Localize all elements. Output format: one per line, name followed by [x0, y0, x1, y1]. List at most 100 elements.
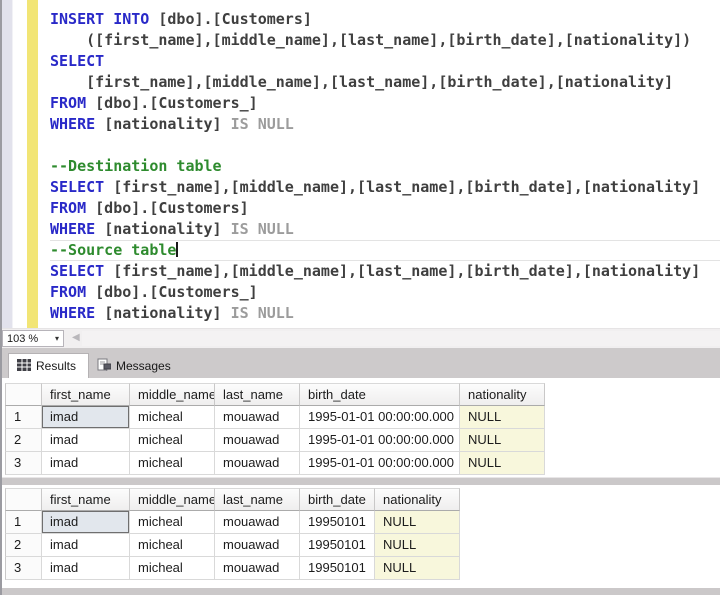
- grid-splitter[interactable]: [2, 477, 720, 485]
- grid-cell[interactable]: imad: [42, 511, 130, 534]
- code-line: WHERE [nationality] IS NULL: [50, 114, 720, 135]
- code-token: [nationality]: [104, 304, 230, 322]
- grid-cell[interactable]: mouawad: [215, 406, 300, 429]
- messages-icon: [97, 358, 111, 374]
- code-line: SELECT [first_name],[middle_name],[last_…: [50, 261, 720, 282]
- column-header-first_name[interactable]: first_name: [42, 488, 130, 511]
- row-number[interactable]: 3: [5, 557, 42, 580]
- code-token: --Destination table: [50, 157, 222, 175]
- code-token: WHERE: [50, 220, 104, 238]
- grid-cell[interactable]: micheal: [130, 511, 215, 534]
- grid-cell[interactable]: NULL: [460, 452, 545, 475]
- grid-cell[interactable]: 19950101: [300, 557, 375, 580]
- grid-cell[interactable]: 19950101: [300, 511, 375, 534]
- text-cursor: [176, 242, 178, 257]
- zoom-level-value: 103 %: [7, 333, 38, 345]
- grid-cell[interactable]: 1995-01-01 00:00:00.000: [300, 406, 460, 429]
- column-header-middle_name[interactable]: middle_name: [130, 383, 215, 406]
- code-token: --Source table: [50, 241, 176, 259]
- tab-messages[interactable]: Messages: [89, 353, 183, 378]
- column-header-birth_date[interactable]: birth_date: [300, 383, 460, 406]
- grid-cell[interactable]: micheal: [130, 557, 215, 580]
- grid-cell[interactable]: 19950101: [300, 534, 375, 557]
- grid-cell[interactable]: mouawad: [215, 511, 300, 534]
- scrollbar-left-arrow-icon[interactable]: ◀: [72, 332, 80, 343]
- grid-cell[interactable]: micheal: [130, 452, 215, 475]
- table-row: 2imadmichealmouawad19950101NULL: [5, 534, 460, 557]
- row-number[interactable]: 1: [5, 511, 42, 534]
- code-line: --Source table: [50, 240, 720, 261]
- code-token: WHERE: [50, 304, 104, 322]
- column-header-nationality[interactable]: nationality: [460, 383, 545, 406]
- code-token: IS NULL: [231, 115, 294, 133]
- grid-cell[interactable]: imad: [42, 406, 130, 429]
- grid-cell[interactable]: micheal: [130, 534, 215, 557]
- code-token: [nationality]: [104, 220, 230, 238]
- code-token: [dbo].[Customers]: [95, 199, 249, 217]
- code-line: INSERT INTO [dbo].[Customers]: [50, 9, 720, 30]
- tab-messages-label: Messages: [116, 359, 171, 373]
- grid-cell[interactable]: imad: [42, 534, 130, 557]
- results-grid-destination: first_namemiddle_namelast_namebirth_date…: [5, 383, 545, 475]
- grid-cell[interactable]: mouawad: [215, 534, 300, 557]
- code-area[interactable]: INSERT INTO [dbo].[Customers] ([first_na…: [50, 9, 720, 324]
- column-header-first_name[interactable]: first_name: [42, 383, 130, 406]
- code-token: FROM: [50, 94, 95, 112]
- select-all-corner[interactable]: [5, 383, 42, 406]
- grid-cell[interactable]: NULL: [460, 429, 545, 452]
- column-header-last_name[interactable]: last_name: [215, 383, 300, 406]
- code-token: FROM: [50, 283, 95, 301]
- sql-editor[interactable]: INSERT INTO [dbo].[Customers] ([first_na…: [2, 0, 720, 328]
- code-line: --Destination table: [50, 156, 720, 177]
- grid-cell[interactable]: imad: [42, 557, 130, 580]
- grid-cell[interactable]: mouawad: [215, 557, 300, 580]
- grid-cell[interactable]: imad: [42, 452, 130, 475]
- grid-cell[interactable]: 1995-01-01 00:00:00.000: [300, 452, 460, 475]
- grid-cell[interactable]: mouawad: [215, 452, 300, 475]
- code-line: WHERE [nationality] IS NULL: [50, 303, 720, 324]
- zoom-level-dropdown[interactable]: 103 % ▾: [2, 330, 64, 347]
- grid-cell[interactable]: mouawad: [215, 429, 300, 452]
- results-panel: first_namemiddle_namelast_namebirth_date…: [2, 378, 720, 595]
- tab-results[interactable]: Results: [8, 353, 89, 378]
- grid-cell[interactable]: NULL: [460, 406, 545, 429]
- grid-cell[interactable]: imad: [42, 429, 130, 452]
- column-header-nationality[interactable]: nationality: [375, 488, 460, 511]
- row-number[interactable]: 1: [5, 406, 42, 429]
- code-token: WHERE: [50, 115, 104, 133]
- code-token: [first_name],[middle_name],[last_name],[…: [113, 178, 700, 196]
- column-header-middle_name[interactable]: middle_name: [130, 488, 215, 511]
- code-token: FROM: [50, 199, 95, 217]
- table-row: 3imadmichealmouawad19950101NULL: [5, 557, 460, 580]
- grid-cell[interactable]: micheal: [130, 406, 215, 429]
- row-number[interactable]: 2: [5, 534, 42, 557]
- results-tab-strip: Results Messages: [2, 348, 720, 378]
- code-token: [nationality]: [104, 115, 230, 133]
- code-line: FROM [dbo].[Customers]: [50, 198, 720, 219]
- code-token: SELECT: [50, 262, 113, 280]
- code-line: SELECT [first_name],[middle_name],[last_…: [50, 177, 720, 198]
- horizontal-scrollbar[interactable]: [82, 331, 720, 346]
- column-header-birth_date[interactable]: birth_date: [300, 488, 375, 511]
- code-token: [dbo].[Customers_]: [95, 283, 258, 301]
- row-number[interactable]: 2: [5, 429, 42, 452]
- table-row: 1imadmichealmouawad19950101NULL: [5, 511, 460, 534]
- grid-cell[interactable]: NULL: [375, 557, 460, 580]
- code-line: WHERE [nationality] IS NULL: [50, 219, 720, 240]
- change-tracking-bar: [27, 0, 38, 328]
- code-line: SELECT: [50, 51, 720, 72]
- code-line: FROM [dbo].[Customers_]: [50, 282, 720, 303]
- column-header-last_name[interactable]: last_name: [215, 488, 300, 511]
- grid-cell[interactable]: 1995-01-01 00:00:00.000: [300, 429, 460, 452]
- code-token: [dbo].[Customers_]: [95, 94, 258, 112]
- code-token: IS NULL: [231, 220, 294, 238]
- grid-cell[interactable]: NULL: [375, 511, 460, 534]
- grid-cell[interactable]: NULL: [375, 534, 460, 557]
- editor-bottom-bar: 103 % ▾ ◀: [2, 328, 720, 348]
- code-token: [first_name],[middle_name],[last_name],[…: [113, 262, 700, 280]
- tab-results-label: Results: [36, 359, 76, 373]
- row-number[interactable]: 3: [5, 452, 42, 475]
- select-all-corner[interactable]: [5, 488, 42, 511]
- grid-cell[interactable]: micheal: [130, 429, 215, 452]
- code-token: IS NULL: [231, 304, 294, 322]
